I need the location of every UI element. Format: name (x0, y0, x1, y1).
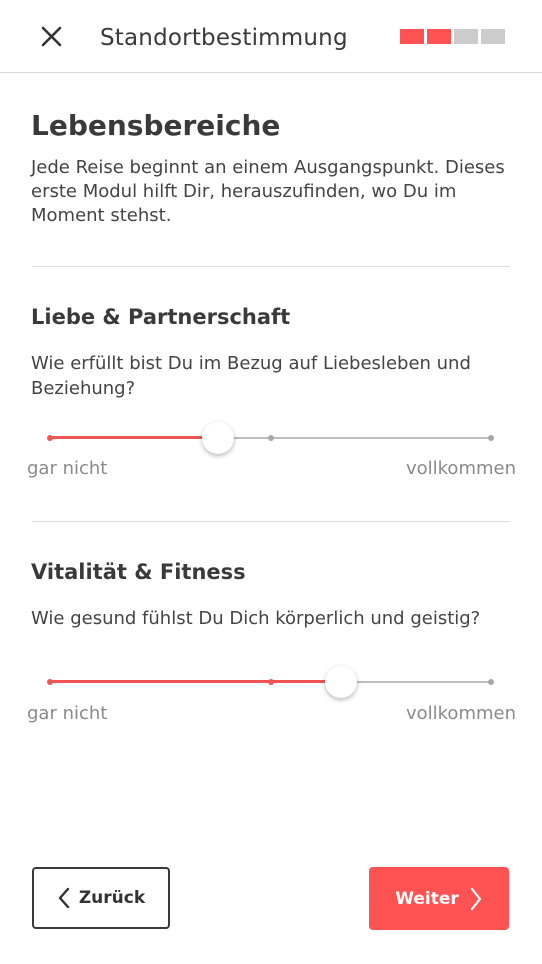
divider (32, 266, 510, 267)
question-love: Wie erfüllt bist Du im Bezug auf Liebesl… (31, 353, 471, 399)
next-button[interactable]: Weiter (369, 867, 509, 930)
section-title-love: Liebe & Partnerschaft (31, 305, 291, 329)
progress-segment-complete (400, 29, 424, 44)
slider-love[interactable] (47, 418, 494, 458)
slider-tick (47, 679, 53, 685)
slider-fill (50, 436, 218, 439)
close-button[interactable] (34, 20, 70, 56)
slider-thumb[interactable] (325, 666, 358, 698)
slider-fill (50, 680, 342, 683)
scale-min-label: gar nicht (27, 703, 108, 724)
back-button-label: Zurück (78, 888, 146, 908)
progress-segment-pending (481, 29, 505, 44)
slider-tick (488, 435, 494, 441)
scale-max-label: vollkommen (405, 703, 516, 724)
chevron-left-icon (58, 887, 70, 909)
slider-tick (47, 435, 53, 441)
intro-text: Jede Reise beginnt an einem Ausgangspunk… (31, 157, 505, 226)
slider-tick (267, 679, 274, 685)
next-button-label: Weiter (395, 888, 459, 909)
slider-thumb[interactable] (201, 422, 234, 454)
header-title: Standortbestimmung (100, 25, 348, 51)
section-title-vitality: Vitalität & Fitness (31, 560, 246, 584)
slider-vitality[interactable] (47, 662, 494, 702)
chevron-right-icon (470, 887, 481, 910)
progress-segment-pending (454, 29, 478, 44)
divider (32, 521, 510, 522)
close-icon (41, 26, 62, 47)
top-bar: Standortbestimmung (0, 0, 542, 73)
slider-tick (267, 435, 274, 441)
question-vitality: Wie gesund fühlst Du Dich körperlich und… (31, 608, 481, 629)
progress-indicator (400, 29, 505, 44)
slider-tick (488, 679, 494, 685)
scale-max-label: vollkommen (405, 458, 516, 479)
scale-min-label: gar nicht (27, 458, 108, 479)
page-title: Lebensbereiche (31, 109, 281, 142)
back-button[interactable]: Zurück (32, 867, 170, 929)
progress-segment-complete (427, 29, 451, 44)
